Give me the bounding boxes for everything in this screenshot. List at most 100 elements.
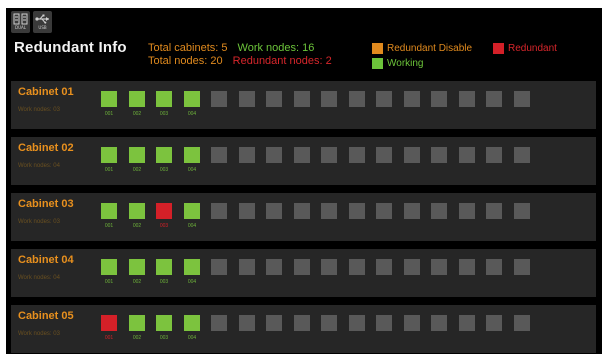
node-empty-slot bbox=[459, 203, 475, 219]
node-empty-slot bbox=[459, 91, 475, 107]
screen: DUAL USB Redundant Info Total cabinets: … bbox=[6, 8, 602, 354]
node-empty-slot bbox=[321, 147, 337, 163]
node-working[interactable] bbox=[101, 259, 117, 275]
node-empty-slot bbox=[266, 203, 282, 219]
node-label: 002 bbox=[132, 167, 142, 173]
node-empty-slot bbox=[404, 203, 420, 219]
cabinet-row[interactable]: Cabinet 01 Work nodes: 03 001 002 003 004 bbox=[11, 81, 596, 129]
node-working[interactable] bbox=[184, 91, 200, 107]
node-empty-slot bbox=[376, 91, 392, 107]
node-empty-slot bbox=[349, 203, 365, 219]
node-empty-slot bbox=[431, 259, 447, 275]
cabinet-row[interactable]: Cabinet 04 Work nodes: 04 001 002 003 004 bbox=[11, 249, 596, 297]
node-label: 002 bbox=[132, 223, 142, 229]
node-empty-slot bbox=[321, 315, 337, 331]
dual-button[interactable]: DUAL bbox=[11, 11, 30, 33]
node-label: 002 bbox=[132, 111, 142, 117]
node-empty-slot bbox=[321, 203, 337, 219]
cabinet-work-nodes: Work nodes: 04 bbox=[18, 163, 60, 169]
total-cabinets: Total cabinets: 5 bbox=[148, 42, 228, 55]
work-nodes-value: 16 bbox=[302, 42, 315, 54]
node-working[interactable] bbox=[129, 203, 145, 219]
node-empty-slot bbox=[239, 203, 255, 219]
cabinet-work-nodes: Work nodes: 03 bbox=[18, 107, 60, 113]
legend-redundant-label: Redundant bbox=[508, 43, 557, 54]
node-empty-slot bbox=[349, 259, 365, 275]
node-working[interactable] bbox=[129, 315, 145, 331]
node-empty-slot bbox=[404, 315, 420, 331]
cabinet-name: Cabinet 01 bbox=[18, 86, 74, 98]
node-empty-slot bbox=[239, 259, 255, 275]
legend-working-swatch bbox=[372, 58, 383, 69]
node-label: 001 bbox=[104, 279, 114, 285]
node-empty-slot bbox=[349, 315, 365, 331]
node-empty-slot bbox=[211, 259, 227, 275]
node-working[interactable] bbox=[156, 315, 172, 331]
node-empty-slot bbox=[349, 147, 365, 163]
node-empty-slot bbox=[431, 147, 447, 163]
node-empty-slot bbox=[514, 91, 530, 107]
node-working[interactable] bbox=[101, 203, 117, 219]
total-cabinets-value: 5 bbox=[221, 42, 228, 54]
cabinet-row[interactable]: Cabinet 03 Work nodes: 03 001 002 003 004 bbox=[11, 193, 596, 241]
total-nodes-value: 20 bbox=[210, 55, 223, 67]
work-nodes-label: Work nodes: bbox=[237, 42, 300, 54]
node-empty-slot bbox=[486, 147, 502, 163]
node-empty-slot bbox=[349, 91, 365, 107]
node-label: 001 bbox=[104, 223, 114, 229]
dual-label: DUAL bbox=[15, 25, 26, 30]
node-working[interactable] bbox=[184, 147, 200, 163]
node-empty-slot bbox=[376, 259, 392, 275]
node-working[interactable] bbox=[101, 91, 117, 107]
node-redundant[interactable] bbox=[156, 203, 172, 219]
node-label: 002 bbox=[132, 279, 142, 285]
node-label: 004 bbox=[187, 279, 197, 285]
node-working[interactable] bbox=[129, 259, 145, 275]
node-working[interactable] bbox=[129, 147, 145, 163]
node-empty-slot bbox=[514, 203, 530, 219]
node-redundant[interactable] bbox=[101, 315, 117, 331]
node-label: 003 bbox=[159, 223, 169, 229]
node-empty-slot bbox=[459, 259, 475, 275]
node-label: 003 bbox=[159, 279, 169, 285]
node-empty-slot bbox=[486, 91, 502, 107]
node-label: 004 bbox=[187, 223, 197, 229]
redundant-nodes: Redundant nodes: 2 bbox=[233, 55, 332, 68]
node-working[interactable] bbox=[156, 259, 172, 275]
cabinet-row[interactable]: Cabinet 05 Work nodes: 03 001 002 003 004 bbox=[11, 305, 596, 353]
usb-button[interactable]: USB bbox=[33, 11, 52, 33]
node-working[interactable] bbox=[156, 91, 172, 107]
usb-icon bbox=[35, 14, 49, 24]
work-nodes: Work nodes: 16 bbox=[238, 42, 315, 55]
node-empty-slot bbox=[211, 315, 227, 331]
redundant-nodes-value: 2 bbox=[325, 55, 332, 67]
cabinet-row[interactable]: Cabinet 02 Work nodes: 04 001 002 003 004 bbox=[11, 137, 596, 185]
node-working[interactable] bbox=[184, 203, 200, 219]
toolbar: DUAL USB bbox=[11, 11, 52, 33]
cabinet-work-nodes: Work nodes: 03 bbox=[18, 219, 60, 225]
legend-disable-swatch bbox=[372, 43, 383, 54]
node-label: 004 bbox=[187, 335, 197, 341]
node-empty-slot bbox=[294, 147, 310, 163]
node-empty-slot bbox=[431, 91, 447, 107]
node-empty-slot bbox=[404, 91, 420, 107]
node-working[interactable] bbox=[129, 91, 145, 107]
node-empty-slot bbox=[404, 259, 420, 275]
node-empty-slot bbox=[514, 315, 530, 331]
cabinet-work-nodes: Work nodes: 03 bbox=[18, 331, 60, 337]
node-label: 001 bbox=[104, 335, 114, 341]
node-empty-slot bbox=[459, 147, 475, 163]
node-empty-slot bbox=[459, 315, 475, 331]
node-working[interactable] bbox=[184, 259, 200, 275]
node-working[interactable] bbox=[184, 315, 200, 331]
node-working[interactable] bbox=[156, 147, 172, 163]
node-empty-slot bbox=[486, 315, 502, 331]
node-label: 003 bbox=[159, 111, 169, 117]
node-working[interactable] bbox=[101, 147, 117, 163]
page-title: Redundant Info bbox=[14, 39, 127, 56]
node-empty-slot bbox=[239, 315, 255, 331]
cabinet-name: Cabinet 03 bbox=[18, 198, 74, 210]
node-label: 001 bbox=[104, 111, 114, 117]
node-empty-slot bbox=[294, 259, 310, 275]
node-empty-slot bbox=[431, 315, 447, 331]
